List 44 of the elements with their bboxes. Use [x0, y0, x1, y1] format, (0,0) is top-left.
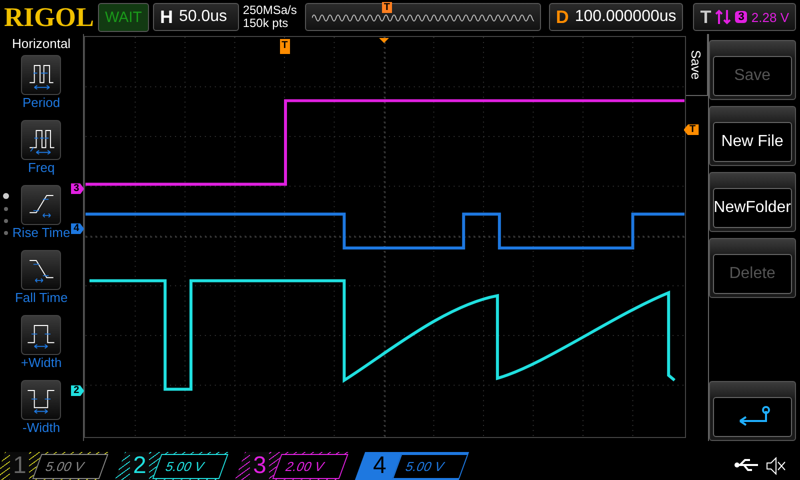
trigger-level-marker[interactable]: T	[684, 124, 699, 136]
channel-marker[interactable]: 4	[70, 223, 84, 234]
pulse-icon	[21, 120, 62, 160]
softkey-button[interactable]: NewFolder	[708, 172, 796, 232]
mute-speaker-icon	[766, 456, 786, 475]
trigger-panel[interactable]: T 3 2.28 V	[693, 3, 796, 32]
trigger-source: 3	[735, 11, 748, 24]
delay-value: 100.000000us	[574, 8, 676, 26]
channel-marker[interactable]: 3	[70, 183, 84, 194]
back-button[interactable]	[708, 381, 796, 442]
position-marker: T	[382, 2, 392, 14]
channel-marker[interactable]: 2	[70, 385, 84, 396]
channel-tab[interactable]: 1 5.00 V	[0, 452, 110, 480]
sample-rate: 250MSa/s	[242, 4, 297, 18]
timebase-panel[interactable]: H 50.0us	[152, 3, 239, 32]
pulse-icon	[21, 315, 62, 356]
timebase-value: 50.0us	[178, 8, 228, 26]
pulse-icon	[21, 380, 62, 420]
channel-tab[interactable]: 3 2.00 V	[234, 452, 350, 480]
measure-button[interactable]: Rise Time	[12, 185, 70, 246]
memory-depth: 150k pts	[242, 17, 290, 30]
delay-panel[interactable]: D 100.000000us	[548, 3, 684, 32]
measure-button[interactable]: Freq	[21, 120, 62, 182]
trigger-marker[interactable]: T	[280, 39, 290, 54]
edge-arrows-icon	[715, 9, 732, 26]
brand-logo: RIGOL	[4, 2, 94, 33]
measure-button[interactable]: +Width	[20, 315, 62, 376]
usb-icon	[734, 456, 760, 473]
channel-tab[interactable]: 2 5.00 V	[114, 452, 230, 480]
trigger-position-icon	[378, 38, 389, 44]
acquisition-status: WAIT	[98, 2, 149, 32]
measure-button[interactable]: -Width	[21, 380, 62, 442]
pulse-icon	[21, 55, 62, 96]
trigger-label: T	[700, 6, 712, 28]
timebase-label: H	[160, 6, 173, 28]
measure-button[interactable]: Fall Time	[14, 250, 68, 312]
menu-title: Horizontal	[12, 36, 71, 52]
trigger-level: 2.28 V	[751, 10, 789, 25]
measure-button[interactable]: Period	[21, 55, 62, 116]
channel-tab[interactable]: 4 5.00 V	[354, 452, 470, 480]
softkey-button[interactable]: New File	[708, 106, 796, 166]
delay-label: D	[556, 6, 569, 28]
edge-icon	[21, 250, 62, 290]
edge-icon	[21, 185, 62, 226]
